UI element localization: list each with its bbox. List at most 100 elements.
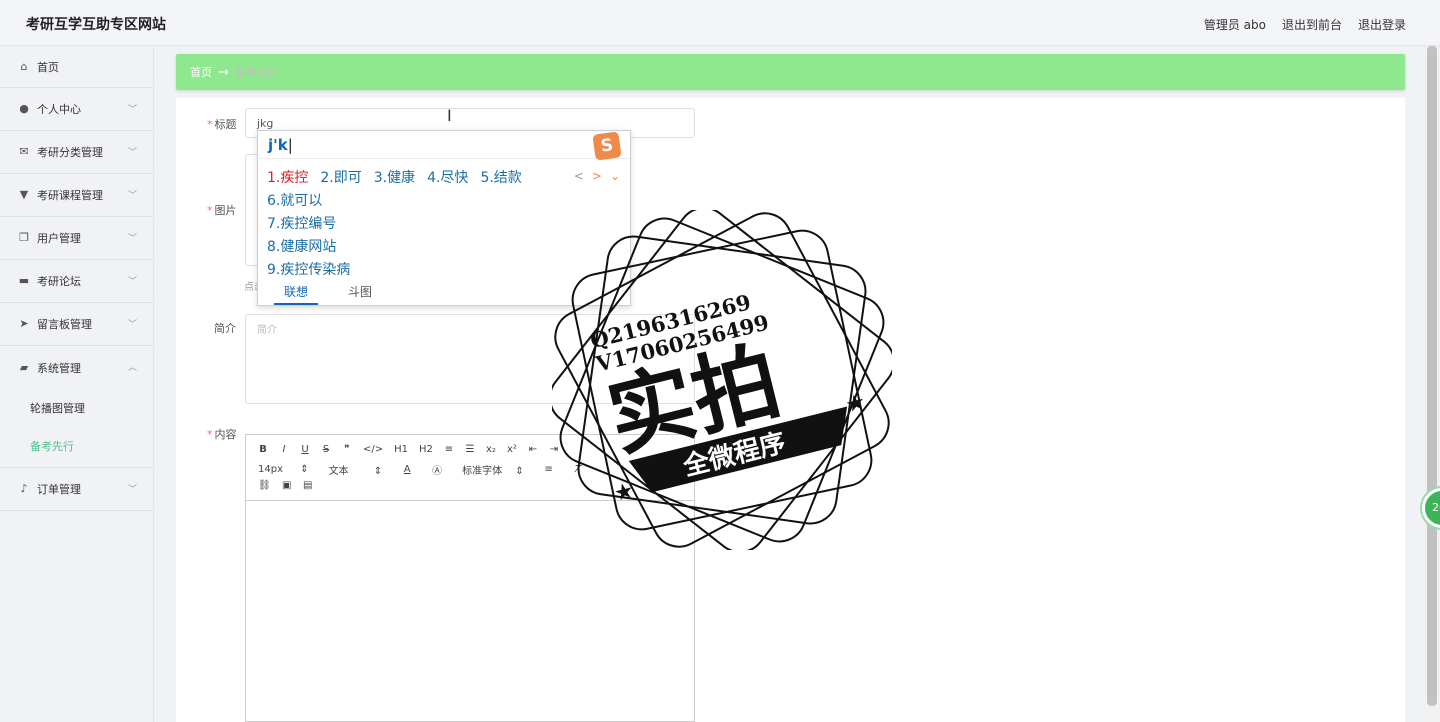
italic-button[interactable]: I bbox=[279, 444, 289, 455]
h1-button[interactable]: H1 bbox=[394, 444, 408, 455]
image-label: * 图片 bbox=[207, 204, 237, 217]
page-scrollbar[interactable] bbox=[1424, 46, 1440, 722]
ime-header: j'k| S bbox=[258, 131, 630, 161]
strike-button[interactable]: S bbox=[321, 444, 331, 455]
align-button[interactable]: ≡ bbox=[544, 464, 554, 475]
breadcrumb: 首页 → 备考先行 bbox=[176, 54, 1405, 90]
toolbar-row-fonts: 14px ⇕ 文本 ⇕ A Ⓐ 标准字体 ⇕ ≡ T̸ bbox=[258, 462, 584, 477]
ime-candidate[interactable]: 8.健康网站 bbox=[267, 236, 350, 259]
underline-button[interactable]: U bbox=[300, 444, 310, 455]
sidebar-item-label: 首页 bbox=[37, 60, 59, 74]
title-label: * 标题 bbox=[207, 118, 237, 131]
sidebar-item-label: 考研分类管理 bbox=[37, 146, 103, 159]
intro-textarea[interactable]: 简介 bbox=[245, 314, 695, 404]
clear-format-button[interactable]: T̸ bbox=[574, 464, 584, 475]
ime-tabs: 联想 斗图 bbox=[258, 283, 630, 305]
ime-candidate[interactable]: 3.健康 bbox=[374, 167, 415, 187]
intro-label: 简介 bbox=[214, 322, 236, 335]
sidebar-item-profile[interactable]: ● 个人中心 ﹀ bbox=[0, 88, 153, 131]
mail-icon: ✉ bbox=[19, 145, 29, 158]
ime-tab-association[interactable]: 联想 bbox=[274, 283, 319, 305]
title-input-value: jkg bbox=[257, 117, 274, 130]
bold-button[interactable]: B bbox=[258, 444, 268, 455]
sidebar-item-label: 用户管理 bbox=[37, 232, 81, 245]
chevron-down-icon: ﹀ bbox=[127, 320, 137, 330]
copy-icon: ❐ bbox=[19, 231, 29, 244]
admin-label: 管理员 abo bbox=[1203, 18, 1266, 32]
home-icon: ⌂ bbox=[20, 59, 28, 73]
logout-link[interactable]: 退出登录 bbox=[1358, 16, 1406, 33]
chevron-left-icon[interactable]: < bbox=[574, 169, 584, 183]
breadcrumb-home[interactable]: 首页 bbox=[190, 64, 212, 80]
breadcrumb-current: 备考先行 bbox=[234, 66, 279, 79]
ime-candidate[interactable]: 6.就可以 bbox=[267, 190, 350, 213]
chevron-right-icon[interactable]: > bbox=[592, 169, 602, 183]
rich-text-editor[interactable]: B I U S ❞ </> H1 H2 ≡ ☰ x₂ x² ⇤ ⇥ 14px ⇕… bbox=[245, 434, 695, 722]
toolbar-row-formatting: B I U S ❞ </> H1 H2 ≡ ☰ x₂ x² ⇤ ⇥ bbox=[258, 444, 559, 455]
ime-pinyin: j'k| bbox=[268, 136, 293, 154]
sidebar-item-label: 订单管理 bbox=[37, 483, 81, 496]
chevron-up-icon: ︿ bbox=[127, 363, 137, 373]
sogou-logo-icon: S bbox=[592, 131, 622, 161]
intro-placeholder: 简介 bbox=[257, 325, 277, 336]
sidebar-item-label: 考研论坛 bbox=[37, 275, 81, 288]
ime-candidate[interactable]: 9.疾控传染病 bbox=[267, 259, 350, 282]
bullet-list-button[interactable]: ☰ bbox=[465, 444, 475, 455]
indent-button[interactable]: ⇥ bbox=[549, 444, 559, 455]
text-cursor-icon: Ι bbox=[447, 106, 452, 125]
sidebar-item-forum[interactable]: ▬ 考研论坛 ﹀ bbox=[0, 260, 153, 303]
sidebar-item-users[interactable]: ❐ 用户管理 ﹀ bbox=[0, 217, 153, 260]
top-right-links: 管理员 abo 退出到前台 退出登录 bbox=[1204, 16, 1406, 33]
subscript-button[interactable]: x₂ bbox=[486, 444, 496, 455]
ime-candidate[interactable]: 4.尽快 bbox=[427, 167, 468, 187]
video-icon[interactable]: ▤ bbox=[303, 480, 313, 491]
chevron-down-icon: ﹀ bbox=[127, 191, 137, 201]
sidebar-item-messages[interactable]: ➤ 留言板管理 ﹀ bbox=[0, 303, 153, 346]
editor-toolbar: B I U S ❞ </> H1 H2 ≡ ☰ x₂ x² ⇤ ⇥ 14px ⇕… bbox=[246, 435, 694, 501]
h2-button[interactable]: H2 bbox=[419, 444, 433, 455]
ticket-icon: ▰ bbox=[19, 360, 29, 374]
link-icon[interactable]: ⛓ bbox=[258, 480, 271, 491]
image-icon[interactable]: ▣ bbox=[282, 480, 292, 491]
sidebar-item-orders[interactable]: ♪ 订单管理 ﹀ bbox=[0, 468, 153, 511]
sidebar-item-category[interactable]: ✉ 考研分类管理 ﹀ bbox=[0, 131, 153, 174]
frontend-link[interactable]: 退出到前台 bbox=[1282, 16, 1342, 33]
sidebar-item-course[interactable]: ▼ 考研课程管理 ﹀ bbox=[0, 174, 153, 217]
sidebar: ⌂ 首页 ● 个人中心 ﹀ ✉ 考研分类管理 ﹀ ▼ 考研课程管理 ﹀ ❐ 用户… bbox=[0, 46, 154, 722]
ime-candidate-popup: j'k| S 1.疾控 2.即可 3.健康 4.尽快 5.结款 < > ⌄ 6.… bbox=[257, 130, 631, 306]
ordered-list-button[interactable]: ≡ bbox=[444, 444, 454, 455]
scrollbar-thumb[interactable] bbox=[1427, 46, 1437, 706]
font-size-select[interactable]: 14px ⇕ bbox=[258, 464, 309, 475]
sidebar-item-label: 留言板管理 bbox=[37, 318, 92, 331]
outdent-button[interactable]: ⇤ bbox=[528, 444, 538, 455]
chevron-down-icon[interactable]: ⌄ bbox=[610, 169, 620, 183]
blockquote-button[interactable]: ❞ bbox=[342, 444, 352, 455]
background-color-button[interactable]: Ⓐ bbox=[432, 462, 442, 477]
ime-candidate[interactable]: 1.疾控 bbox=[267, 167, 308, 187]
superscript-button[interactable]: x² bbox=[507, 444, 517, 455]
ime-candidate[interactable]: 7.疾控编号 bbox=[267, 213, 350, 236]
ime-candidate-list: 6.就可以 7.疾控编号 8.健康网站 9.疾控传染病 bbox=[267, 190, 350, 282]
sidebar-item-home[interactable]: ⌂ 首页 bbox=[0, 46, 153, 88]
ime-candidate[interactable]: 2.即可 bbox=[320, 167, 361, 187]
code-button[interactable]: </> bbox=[363, 444, 383, 455]
bell-off-icon: ♪ bbox=[20, 482, 28, 495]
system-submenu: 轮播图管理 备考先行 bbox=[0, 389, 153, 468]
ime-tab-stickers[interactable]: 斗图 bbox=[348, 283, 372, 305]
sidebar-item-carousel[interactable]: 轮播图管理 bbox=[0, 389, 153, 427]
sidebar-item-prep[interactable]: 备考先行 bbox=[0, 427, 153, 465]
chevron-down-icon: ﹀ bbox=[127, 485, 137, 495]
font-color-button[interactable]: A bbox=[402, 464, 412, 475]
font-family-select[interactable]: 标准字体 ⇕ bbox=[462, 462, 524, 477]
sidebar-item-label: 考研课程管理 bbox=[37, 189, 103, 202]
ime-candidate[interactable]: 5.结款 bbox=[480, 167, 521, 187]
chevron-down-icon: ﹀ bbox=[127, 105, 137, 115]
text-type-select[interactable]: 文本 ⇕ bbox=[329, 462, 383, 477]
top-bar: 考研互学互助专区网站 管理员 abo 退出到前台 退出登录 bbox=[0, 0, 1440, 46]
chevron-down-icon: ﹀ bbox=[127, 277, 137, 287]
chevron-down-icon: ﹀ bbox=[127, 148, 137, 158]
send-icon: ➤ bbox=[19, 317, 29, 330]
toolbar-row-insert: ⛓ ▣ ▤ bbox=[258, 480, 313, 491]
sidebar-item-system[interactable]: ▰ 系统管理 ︿ bbox=[0, 346, 153, 389]
flag-icon: ▼ bbox=[19, 188, 29, 201]
